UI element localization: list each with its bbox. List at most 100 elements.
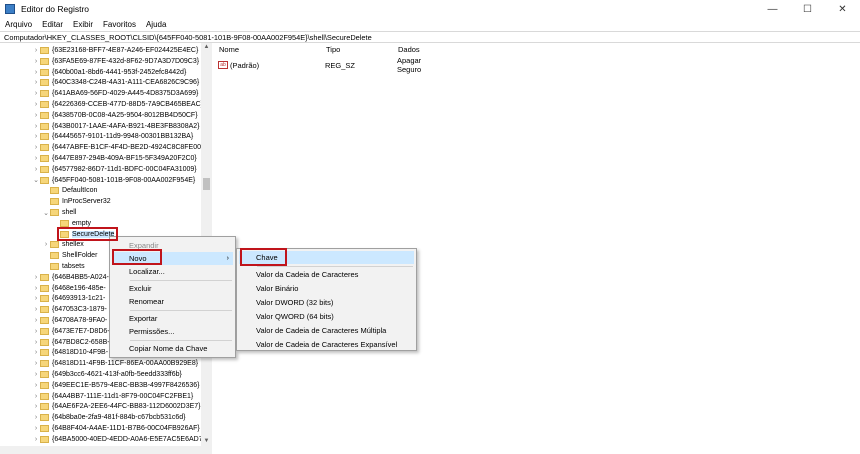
folder-icon [50, 241, 59, 249]
tree-item[interactable]: › {640C3348-C24B-4A31-A111-CEA6826C9C96} [32, 77, 199, 88]
tree-item[interactable]: › shellex [42, 239, 84, 250]
tree-item[interactable]: › {649b3cc6-4621-413f-a0fb-5eedd333ff6b} [32, 369, 182, 380]
menu-item-exportar[interactable]: Exportar [110, 312, 157, 325]
tree-item[interactable]: › {6473E7E7-D8D6- [32, 326, 110, 337]
tree-item[interactable]: › {64693913-1c21- [32, 293, 105, 304]
tree-item[interactable]: › {64AE6F2A-2EE6-44FC-BB83-112D6002D3E7} [32, 401, 201, 412]
folder-icon [40, 392, 49, 400]
tree-item[interactable]: ⌄ shell [42, 207, 76, 218]
chevron-right-icon[interactable]: › [32, 403, 40, 410]
tree-item[interactable]: › {64226369-CCEB-477D-88D5-7A9CB465BEAC} [32, 99, 203, 110]
tree-item[interactable]: › {6438570B-0C08-4A25-9504-8012BB4D50CF} [32, 110, 198, 121]
chevron-right-icon[interactable]: › [32, 306, 40, 313]
tree-item[interactable]: › {647053C3-1879- [32, 304, 107, 315]
tree-item[interactable]: tabsets [42, 261, 85, 272]
submenu-item-dword[interactable]: Valor DWORD (32 bits) [237, 296, 333, 309]
maximize-button[interactable]: ☐ [790, 0, 825, 18]
tree-scroll-thumb[interactable] [203, 178, 210, 190]
chevron-down-icon[interactable]: ⌄ [32, 176, 40, 184]
submenu-item-binary[interactable]: Valor Binário [237, 282, 298, 295]
chevron-right-icon[interactable]: › [42, 241, 50, 248]
tree-item[interactable]: DefaultIcon [42, 185, 97, 196]
chevron-right-icon[interactable]: › [32, 274, 40, 281]
minimize-button[interactable]: — [755, 0, 790, 18]
menu-item-copiar-nome[interactable]: Copiar Nome da Chave [110, 342, 207, 355]
tree-item[interactable]: › {647BD8C2-658B- [32, 337, 110, 348]
submenu-item-multi-string[interactable]: Valor de Cadeia de Caracteres Múltipla [237, 324, 386, 337]
chevron-right-icon[interactable]: › [32, 90, 40, 97]
submenu-item-string[interactable]: Valor da Cadeia de Caracteres [237, 268, 358, 281]
chevron-right-icon[interactable]: › [32, 339, 40, 346]
submenu-item-qword[interactable]: Valor QWORD (64 bits) [237, 310, 334, 323]
submenu-arrow-icon: › [226, 255, 229, 262]
chevron-right-icon[interactable]: › [32, 155, 40, 162]
tree-item[interactable]: › {64b8ba0e-2fa9-481f-884b-c67bcb531c6d} [32, 412, 186, 423]
chevron-right-icon[interactable]: › [32, 144, 40, 151]
chevron-right-icon[interactable]: › [32, 166, 40, 173]
tree-horizontal-scrollbar[interactable] [0, 446, 212, 454]
tree-item[interactable]: › {63FA5E69-87FE-432d-8F62-9D7A3D7D09C3} [32, 56, 199, 67]
scroll-up-arrow-icon[interactable]: ▲ [201, 43, 212, 52]
tree-item[interactable]: › {64708A78-9FA0- [32, 315, 107, 326]
menu-favoritos[interactable]: Favoritos [98, 20, 141, 29]
tree-item-label: {64AE6F2A-2EE6-44FC-BB83-112D6002D3E7} [52, 403, 201, 411]
chevron-right-icon[interactable]: › [32, 371, 40, 378]
tree-item[interactable]: › {641ABA69-56FD-4029-A445-4D8375D3A699} [32, 88, 198, 99]
menu-item-localizar[interactable]: Localizar... [110, 265, 165, 278]
menu-ajuda[interactable]: Ajuda [141, 20, 171, 29]
tree-item[interactable]: › {643B0017-1AAE-4AFA-B921-4BE3FB8308A2} [32, 121, 200, 132]
chevron-right-icon[interactable]: › [32, 133, 40, 140]
tree-item[interactable]: › {64BA5000-40ED-4EDD-A0A6-E5E7AC5E6AD7E} [32, 434, 210, 445]
tree-item[interactable]: › {649EEC1E-B579-4E8C-BB3B-4997F8426536} [32, 380, 200, 391]
tree-item[interactable]: › {6468e196-485e- [32, 283, 106, 294]
menu-item-permissoes[interactable]: Permissões... [110, 325, 174, 338]
chevron-right-icon[interactable]: › [32, 382, 40, 389]
chevron-down-icon[interactable]: ⌄ [42, 209, 50, 217]
scroll-down-arrow-icon[interactable]: ▼ [201, 437, 212, 446]
tree-item-label: {646B4BB5-A024- [52, 273, 109, 281]
tree-item[interactable]: ⌄ {645FF040-5081-101B-9F08-00AA002F954E} [32, 175, 195, 186]
tree-item[interactable]: › {646B4BB5-A024- [32, 272, 109, 283]
menu-editar[interactable]: Editar [37, 20, 68, 29]
tree-item[interactable]: › {63E23168-BFF7-4E87-A246-EF024425E4EC} [32, 45, 198, 56]
chevron-right-icon[interactable]: › [32, 436, 40, 443]
tree-item[interactable]: › {64818D11-4F9B-11CF-86EA-00AA00B929E8} [32, 358, 198, 369]
chevron-right-icon[interactable]: › [32, 112, 40, 119]
tree-item[interactable]: ShellFolder [42, 250, 97, 261]
chevron-right-icon[interactable]: › [32, 328, 40, 335]
chevron-right-icon[interactable]: › [32, 123, 40, 130]
tree-item[interactable]: › {640b00a1-8bd6-4441-953f-2452efc8442d} [32, 67, 186, 78]
tree-item[interactable]: › {64818D10-4F9B- [32, 347, 108, 358]
chevron-right-icon[interactable]: › [32, 295, 40, 302]
chevron-right-icon[interactable]: › [32, 360, 40, 367]
tree-item[interactable]: InProcServer32 [42, 196, 111, 207]
chevron-right-icon[interactable]: › [32, 414, 40, 421]
column-dados[interactable]: Dados [398, 45, 420, 54]
chevron-right-icon[interactable]: › [32, 58, 40, 65]
tree-item[interactable]: › {64B8F404-A4AE-11D1-B7B6-00C04FB926AF} [32, 423, 200, 434]
tree-item[interactable]: › {64A4BB7-111E-11d1-8F79-00C04FC2FBE1} [32, 391, 193, 402]
submenu-item-expandable-string[interactable]: Valor de Cadeia de Caracteres Expansível [237, 338, 397, 351]
menu-exibir[interactable]: Exibir [68, 20, 98, 29]
chevron-right-icon[interactable]: › [32, 79, 40, 86]
menu-item-excluir[interactable]: Excluir [110, 282, 152, 295]
menu-item-renomear[interactable]: Renomear [110, 295, 164, 308]
address-bar[interactable]: Computador\HKEY_CLASSES_ROOT\CLSID\{645F… [0, 31, 860, 43]
tree-item[interactable]: › {64445657-9101-11d9-9948-00301BB132BA} [32, 131, 193, 142]
tree-item[interactable]: › {6447E897-294B-409A-BF15-5F349A20F2C0} [32, 153, 197, 164]
chevron-right-icon[interactable]: › [32, 393, 40, 400]
column-tipo[interactable]: Tipo [326, 45, 340, 54]
tree-item[interactable]: › {6447ABFE-B1CF-4F4D-BE2D-4924C8C8FE00} [32, 142, 203, 153]
chevron-right-icon[interactable]: › [32, 47, 40, 54]
menu-arquivo[interactable]: Arquivo [0, 20, 37, 29]
tree-item[interactable]: › {64577982-86D7-11d1-BDFC-00C04FA31009} [32, 164, 197, 175]
chevron-right-icon[interactable]: › [32, 69, 40, 76]
chevron-right-icon[interactable]: › [32, 349, 40, 356]
list-item[interactable]: ab (Padrão) REG_SZ Apagar Seguro [218, 56, 421, 74]
chevron-right-icon[interactable]: › [32, 101, 40, 108]
chevron-right-icon[interactable]: › [32, 317, 40, 324]
chevron-right-icon[interactable]: › [32, 425, 40, 432]
column-nome[interactable]: Nome [219, 45, 239, 54]
close-button[interactable]: ✕ [825, 0, 860, 18]
chevron-right-icon[interactable]: › [32, 285, 40, 292]
